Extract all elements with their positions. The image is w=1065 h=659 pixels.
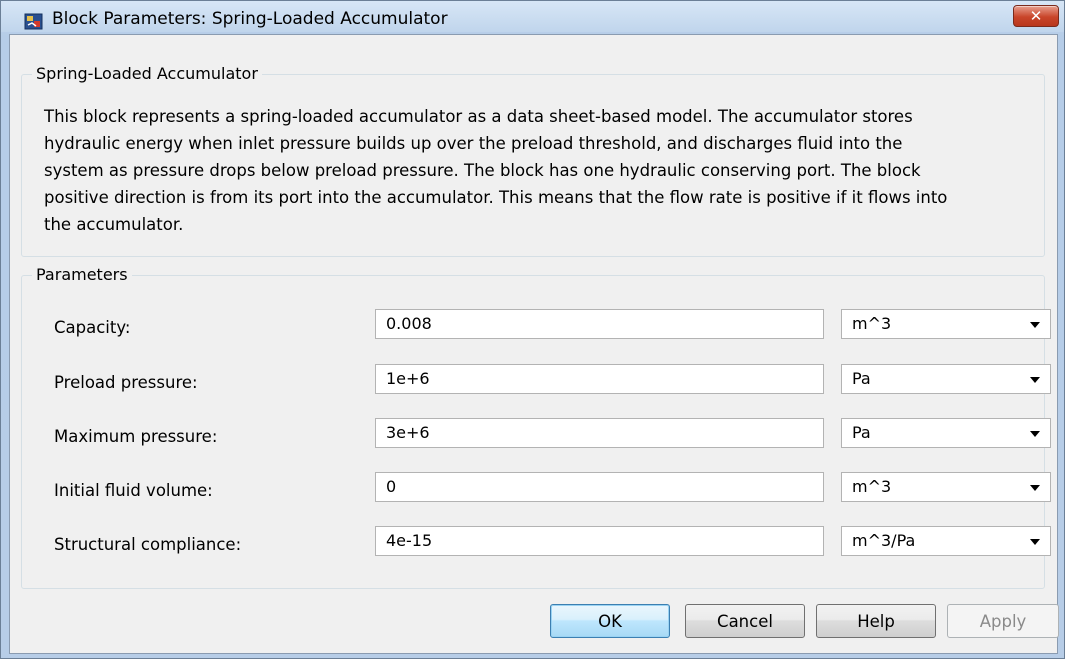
preload-pressure-unit-value: Pa xyxy=(852,369,871,388)
maximum-pressure-input[interactable]: 3e+6 xyxy=(375,418,824,448)
chevron-down-icon xyxy=(1030,431,1040,437)
dialog-window: Block Parameters: Spring-Loaded Accumula… xyxy=(0,0,1065,659)
preload-pressure-input[interactable]: 1e+6 xyxy=(375,364,824,394)
maximum-pressure-unit-select[interactable]: Pa xyxy=(841,418,1051,448)
capacity-input[interactable]: 0.008 xyxy=(375,309,824,339)
description-group-legend: Spring-Loaded Accumulator xyxy=(32,64,262,83)
close-icon: ✕ xyxy=(1029,7,1043,25)
capacity-unit-value: m^3 xyxy=(852,314,892,333)
structural-compliance-input[interactable]: 4e-15 xyxy=(375,526,824,556)
ok-button[interactable]: OK xyxy=(550,604,670,638)
structural-compliance-unit-select[interactable]: m^3/Pa xyxy=(841,526,1051,556)
title-bar[interactable]: Block Parameters: Spring-Loaded Accumula… xyxy=(1,1,1064,32)
cancel-button[interactable]: Cancel xyxy=(685,604,805,638)
preload-pressure-label: Preload pressure: xyxy=(54,373,198,392)
help-button[interactable]: Help xyxy=(816,604,936,638)
block-description: This block represents a spring-loaded ac… xyxy=(44,103,1044,238)
parameters-group-legend: Parameters xyxy=(32,265,132,284)
chevron-down-icon xyxy=(1030,539,1040,545)
initial-fluid-volume-unit-value: m^3 xyxy=(852,477,892,496)
description-line: positive direction is from its port into… xyxy=(44,188,948,207)
preload-pressure-unit-select[interactable]: Pa xyxy=(841,364,1051,394)
initial-fluid-volume-input[interactable]: 0 xyxy=(375,472,824,502)
structural-compliance-unit-value: m^3/Pa xyxy=(852,531,916,550)
initial-fluid-volume-label: Initial fluid volume: xyxy=(54,481,213,500)
description-line: the accumulator. xyxy=(44,215,184,234)
dialog-body: Spring-Loaded Accumulator This block rep… xyxy=(9,34,1059,654)
chevron-down-icon xyxy=(1030,322,1040,328)
apply-button[interactable]: Apply xyxy=(947,604,1059,638)
chevron-down-icon xyxy=(1030,377,1040,383)
description-group: Spring-Loaded Accumulator This block rep… xyxy=(21,64,1045,257)
description-line: hydraulic energy when inlet pressure bui… xyxy=(44,134,903,153)
window-title: Block Parameters: Spring-Loaded Accumula… xyxy=(52,9,448,29)
initial-fluid-volume-unit-select[interactable]: m^3 xyxy=(841,472,1051,502)
structural-compliance-label: Structural compliance: xyxy=(54,535,242,554)
description-line: This block represents a spring-loaded ac… xyxy=(44,107,913,126)
parameters-group: Parameters Capacity: 0.008 m^3 Preload p… xyxy=(21,265,1051,589)
chevron-down-icon xyxy=(1030,485,1040,491)
maximum-pressure-label: Maximum pressure: xyxy=(54,427,218,446)
capacity-label: Capacity: xyxy=(54,318,131,337)
capacity-unit-select[interactable]: m^3 xyxy=(841,309,1051,339)
close-button[interactable]: ✕ xyxy=(1013,5,1059,27)
maximum-pressure-unit-value: Pa xyxy=(852,423,871,442)
description-line: system as pressure drops below preload p… xyxy=(44,161,921,180)
simulink-block-icon xyxy=(24,13,43,30)
